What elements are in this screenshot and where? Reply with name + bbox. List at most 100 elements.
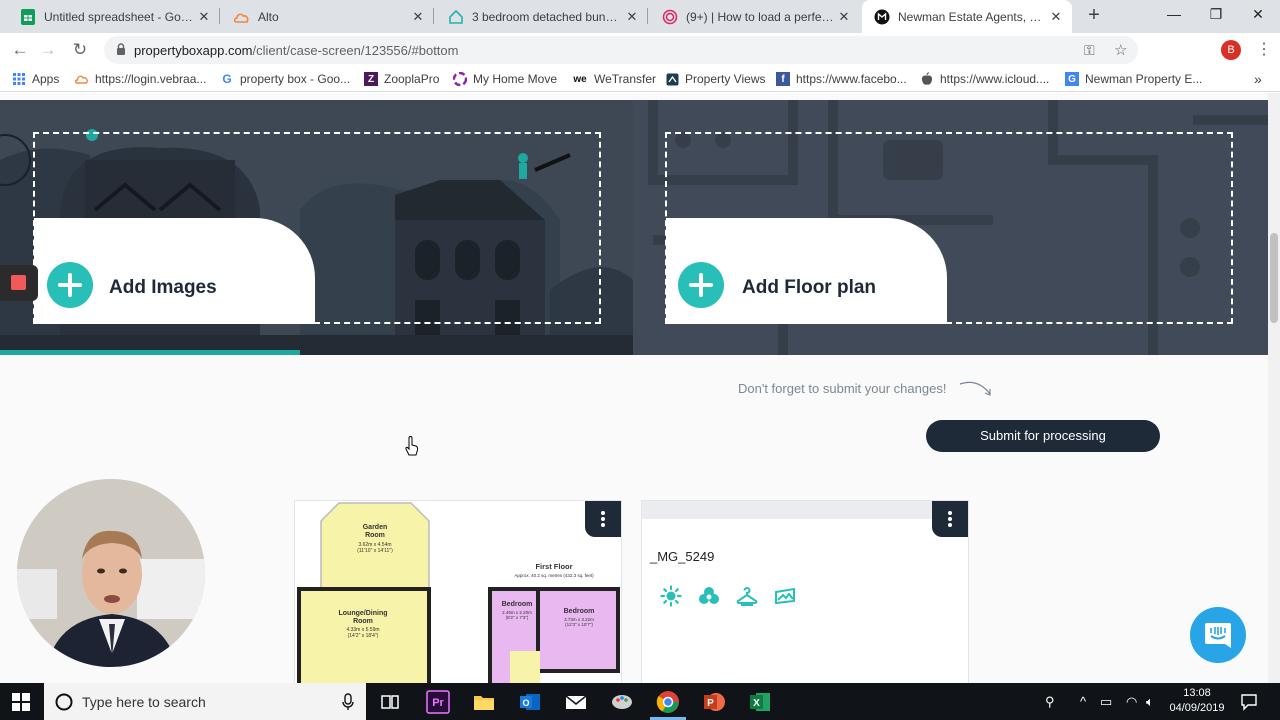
tab-spreadsheet[interactable]: Untitled spreadsheet - Google ✕ xyxy=(8,0,220,33)
tab-close-icon[interactable]: ✕ xyxy=(1048,9,1064,25)
bookmark-newman[interactable]: G Newman Property E... xyxy=(1065,70,1202,88)
page-scrollbar[interactable] xyxy=(1268,93,1280,683)
image-filename: _MG_5249 xyxy=(650,549,715,564)
hanger-icon[interactable] xyxy=(736,585,758,607)
bookmark-myhomemove[interactable]: My Home Move xyxy=(453,70,557,88)
svg-text:X: X xyxy=(753,698,760,709)
maximize-button[interactable]: ❐ xyxy=(1194,0,1238,30)
add-images-panel: Add Images xyxy=(0,100,633,355)
photo-tag-icon[interactable] xyxy=(774,585,796,607)
hand-cursor-icon xyxy=(405,436,419,456)
tab-close-icon[interactable]: ✕ xyxy=(624,9,640,25)
microphone-icon[interactable] xyxy=(342,693,354,711)
wifi-icon[interactable]: ◠ xyxy=(1126,694,1137,710)
powerpoint-icon[interactable]: P xyxy=(702,690,726,714)
mail-icon[interactable] xyxy=(564,690,588,714)
tab-title: 3 bedroom detached bungalow xyxy=(472,9,624,24)
add-floorplan-label[interactable]: Add Floor plan xyxy=(742,277,876,299)
tab-close-icon[interactable]: ✕ xyxy=(410,9,426,25)
reload-icon[interactable]: ↻ xyxy=(68,38,92,62)
bookmark-apps[interactable]: Apps xyxy=(12,70,59,88)
floorplan-card-menu-button[interactable] xyxy=(585,501,621,537)
taskbar-search-box[interactable]: Type here to search xyxy=(44,683,366,720)
bookmark-property-views[interactable]: Property Views xyxy=(665,70,765,88)
windows-start-icon[interactable] xyxy=(12,693,30,711)
recording-stop-button[interactable] xyxy=(0,265,38,301)
new-tab-button[interactable]: + xyxy=(1082,4,1106,28)
bookmark-label: Apps xyxy=(32,72,60,86)
menu-dot xyxy=(948,523,952,527)
outlook-icon[interactable]: O xyxy=(518,690,542,714)
back-icon[interactable]: ← xyxy=(8,38,32,62)
bookmark-icloud[interactable]: https://www.icloud.... xyxy=(920,70,1049,88)
task-view-icon[interactable] xyxy=(378,690,402,714)
scrollbar-thumb[interactable] xyxy=(1270,233,1278,323)
submit-for-processing-button[interactable]: Submit for processing xyxy=(926,420,1160,452)
clock-time: 13:08 xyxy=(1183,687,1211,699)
tab-alto[interactable]: Alto ✕ xyxy=(222,0,434,33)
page-content: Add Images Add Floor plan Don't forget t… xyxy=(0,93,1268,683)
floorplan-thumbnail: Garden Room 3.62m x 4.54m (11'10" x 14'1… xyxy=(295,501,621,683)
bubbles-icon[interactable] xyxy=(698,585,720,607)
bookmark-label: Newman Property E... xyxy=(1085,72,1203,86)
google-g-icon: G xyxy=(1065,72,1079,86)
bookmark-facebook[interactable]: f https://www.facebo... xyxy=(776,70,907,88)
plus-icon[interactable] xyxy=(678,262,724,308)
bookmark-label: Property Views xyxy=(685,72,766,86)
forward-icon[interactable]: → xyxy=(36,38,60,62)
close-window-button[interactable]: ✕ xyxy=(1236,0,1280,30)
bookmark-zoopla[interactable]: Z ZooplaPro xyxy=(364,70,439,88)
svg-text:Pr: Pr xyxy=(432,697,444,709)
profile-avatar[interactable]: B xyxy=(1221,40,1241,60)
bedroom-label: Bedroom xyxy=(502,601,533,608)
tab-bungalow[interactable]: 3 bedroom detached bungalow ✕ xyxy=(436,0,648,33)
bookmark-star-icon[interactable]: ☆ xyxy=(1114,41,1127,59)
tab-close-icon[interactable]: ✕ xyxy=(196,9,212,25)
browser-toolbar: ← → ↻ propertyboxapp.com/client/case-scr… xyxy=(0,33,1280,89)
svg-text:Approx. 40.2 sq. metres (432.3: Approx. 40.2 sq. metres (432.3 sq. feet) xyxy=(514,573,594,578)
image-card[interactable]: _MG_5249 xyxy=(641,500,969,683)
tab-newman-active[interactable]: Newman Estate Agents, CV21 ✕ xyxy=(862,0,1072,33)
file-explorer-icon[interactable] xyxy=(472,690,496,714)
battery-icon[interactable]: ▭ xyxy=(1100,694,1112,710)
zoopla-icon: Z xyxy=(364,72,378,86)
action-center-icon[interactable] xyxy=(1240,693,1258,711)
minimize-button[interactable]: — xyxy=(1152,0,1196,30)
premiere-icon[interactable]: Pr xyxy=(426,690,450,714)
chrome-icon[interactable] xyxy=(656,690,680,714)
tab-title: Alto xyxy=(258,9,279,24)
apps-grid-icon xyxy=(12,72,26,86)
chat-launcher-button[interactable] xyxy=(1190,607,1246,663)
tab-close-icon[interactable]: ✕ xyxy=(836,9,852,25)
sun-icon[interactable] xyxy=(660,585,682,607)
volume-icon[interactable]: 🔈︎ xyxy=(1146,694,1154,710)
google-icon: G xyxy=(222,72,232,86)
plus-icon[interactable] xyxy=(47,262,93,308)
show-hidden-icons-chevron-icon[interactable]: ^ xyxy=(1080,694,1086,709)
bookmark-wetransfer[interactable]: we WeTransfer xyxy=(572,70,656,88)
bookmarks-bar: Apps https://login.vebraa... G property … xyxy=(0,66,1280,92)
bookmark-property-box[interactable]: G property box - Goo... xyxy=(220,70,350,88)
taskbar-search-placeholder: Type here to search xyxy=(82,694,206,710)
people-icon[interactable]: ⚲ xyxy=(1045,694,1055,710)
address-bar[interactable]: propertyboxapp.com/client/case-screen/12… xyxy=(104,36,1138,64)
newman-icon xyxy=(874,9,890,25)
tab-how-to[interactable]: (9+) | How to load a perfect list ✕ xyxy=(650,0,860,33)
bookmark-vebra[interactable]: https://login.vebraa... xyxy=(75,70,206,88)
add-images-label[interactable]: Add Images xyxy=(109,277,217,299)
bookmark-label: ZooplaPro xyxy=(384,72,440,86)
curved-arrow-icon xyxy=(959,381,991,396)
propertyviews-icon xyxy=(665,72,679,86)
bookmarks-overflow-button[interactable]: » xyxy=(1254,70,1262,88)
paint-icon[interactable] xyxy=(610,690,634,714)
image-card-menu-button[interactable] xyxy=(932,501,968,537)
key-icon[interactable]: ⚿ xyxy=(1084,42,1095,59)
floorplan-card[interactable]: Garden Room 3.62m x 4.54m (11'10" x 14'1… xyxy=(294,500,622,683)
cloud-icon xyxy=(75,72,89,86)
tab-title: (9+) | How to load a perfect list xyxy=(686,9,836,24)
menu-dots-icon[interactable]: ⋮ xyxy=(1256,39,1272,59)
taskbar-clock[interactable]: 13:08 04/09/2019 xyxy=(1168,686,1226,716)
excel-icon[interactable]: X xyxy=(748,690,772,714)
image-card-header xyxy=(642,501,968,519)
svg-text:P: P xyxy=(707,698,714,709)
